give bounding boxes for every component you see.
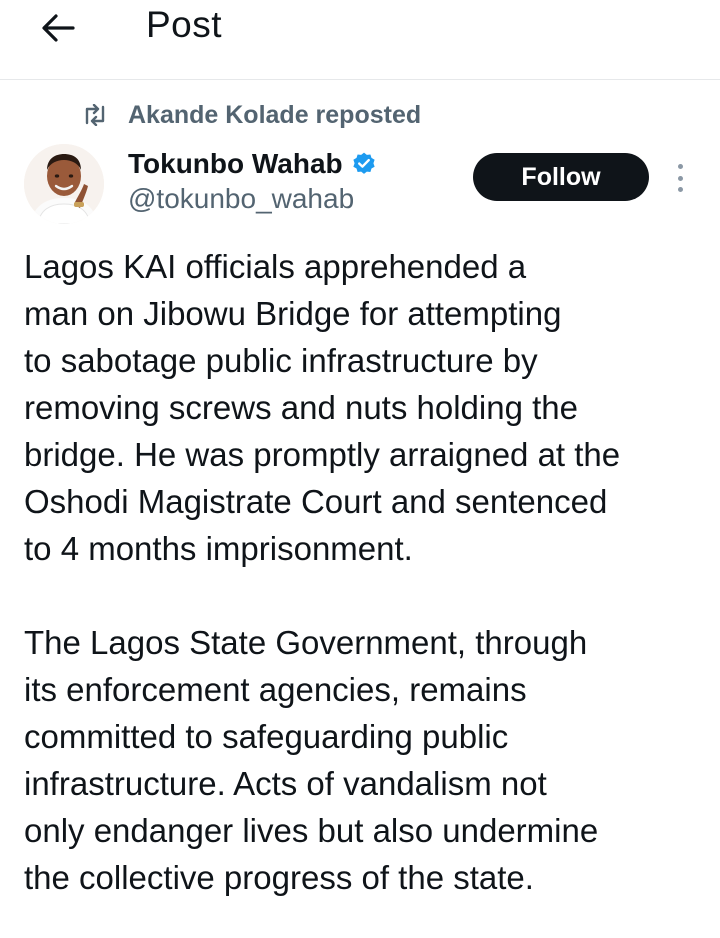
tweet-line: to sabotage public infrastructure by	[24, 342, 538, 379]
top-app-bar: Post	[0, 0, 720, 80]
tweet-paragraph-2: The Lagos State Government, through its …	[24, 619, 714, 901]
tweet-line: only endanger lives but also undermine	[24, 812, 599, 849]
tweet-line: The Lagos State Government, through	[24, 624, 588, 661]
back-button[interactable]	[36, 8, 80, 48]
verified-badge-icon	[351, 151, 377, 177]
tweet-line: Lagos KAI officials apprehended a	[24, 248, 527, 285]
repost-icon	[82, 101, 110, 129]
tweet-text: Lagos KAI officials apprehended a man on…	[24, 243, 714, 901]
tweet-line: man on Jibowu Bridge for attempting	[24, 295, 562, 332]
tweet-line: to 4 months imprisonment.	[24, 530, 413, 567]
repost-context[interactable]: Akande Kolade reposted	[82, 98, 421, 132]
tweet-line: infrastructure. Acts of vandalism not	[24, 765, 547, 802]
arrow-left-icon	[42, 14, 75, 42]
author-display-name[interactable]: Tokunbo Wahab	[128, 148, 343, 180]
avatar-photo	[24, 144, 104, 224]
author-handle[interactable]: @tokunbo_wahab	[128, 183, 354, 215]
page-title: Post	[146, 4, 223, 45]
more-dot	[677, 187, 683, 192]
tweet-line: the collective progress of the state.	[24, 859, 534, 896]
more-vertical-icon[interactable]	[668, 160, 692, 196]
author-name-row[interactable]: Tokunbo Wahab	[128, 145, 377, 183]
avatar[interactable]	[24, 144, 104, 224]
tweet-line: committed to safeguarding public	[24, 718, 509, 755]
more-dot	[677, 164, 683, 169]
more-dot	[677, 175, 683, 181]
tweet-line: removing screws and nuts holding the	[24, 389, 578, 426]
tweet-line: bridge. He was promptly arraigned at the	[24, 436, 621, 473]
tweet-line: Oshodi Magistrate Court and sentenced	[24, 483, 608, 520]
tweet-paragraph-1: Lagos KAI officials apprehended a man on…	[24, 243, 714, 572]
repost-label: Akande Kolade reposted	[128, 100, 422, 129]
tweet-line: its enforcement agencies, remains	[24, 671, 527, 708]
follow-button[interactable]: Follow	[473, 153, 649, 201]
